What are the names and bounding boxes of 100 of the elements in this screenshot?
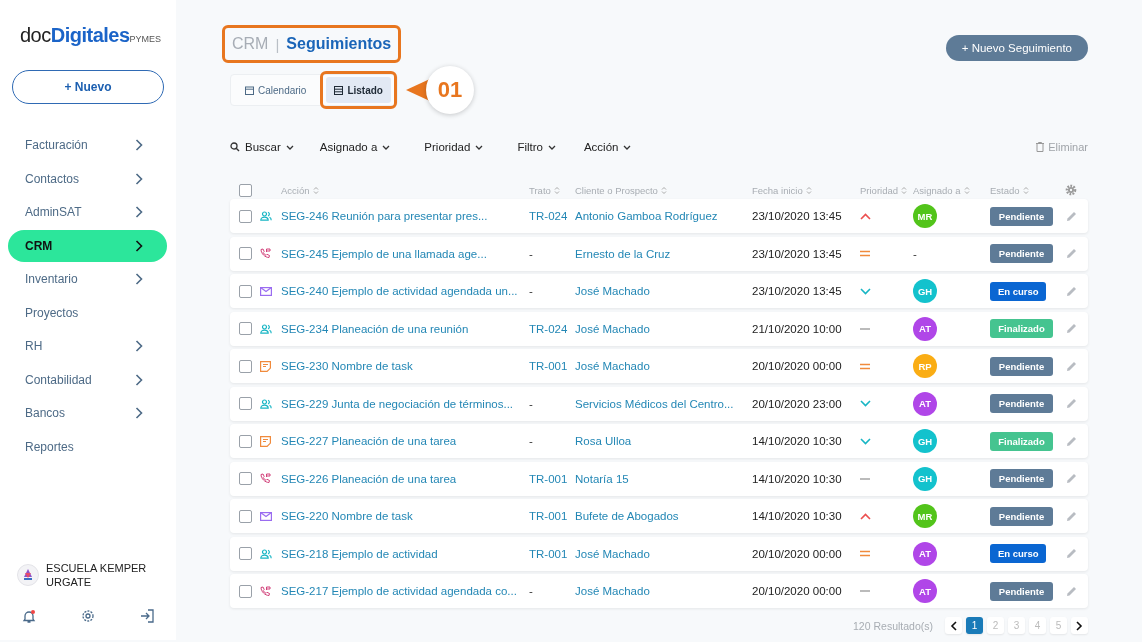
pencil-icon[interactable] — [1065, 210, 1077, 222]
filter-dropdown[interactable]: Prioridad — [424, 141, 484, 153]
delete-button[interactable]: Eliminar — [1036, 141, 1088, 153]
filter-dropdown[interactable]: Buscar — [230, 141, 294, 153]
settings-icon[interactable] — [81, 609, 95, 623]
filter-dropdown[interactable]: Acción — [583, 141, 632, 153]
previous-page-button[interactable] — [945, 617, 962, 634]
table-row[interactable]: SEG-245 Ejemplo de una llamada age... - Ernesto de la Cruz 23/10/2020 13:45 - Pendiente — [230, 236, 1088, 271]
chevron-right-icon — [1076, 620, 1083, 631]
row-checkbox[interactable] — [239, 397, 252, 410]
table-row[interactable]: SEG-234 Planeación de una reunión TR-024 José Machado 21/10/2020 10:00 AT Finalizado — [230, 311, 1088, 346]
sort-icon — [312, 185, 319, 195]
column-header[interactable]: Asignado a — [913, 184, 990, 196]
row-checkbox[interactable] — [239, 284, 252, 298]
pencil-icon[interactable] — [1065, 285, 1077, 297]
status-badge: En curso — [990, 544, 1046, 563]
pencil-icon[interactable] — [1065, 360, 1077, 372]
client-link[interactable]: José Machado — [575, 547, 752, 560]
client-link[interactable]: Notaría 15 — [575, 472, 752, 485]
column-header[interactable]: Cliente o Prospecto — [575, 184, 752, 196]
table-row[interactable]: SEG-217 Ejemplo de actividad agendada co... - José Machado 20/10/2020 00:00 AT Pendiente — [230, 574, 1088, 608]
table-row[interactable]: SEG-240 Ejemplo de actividad agendada un... - José Machado 23/10/2020 13:45 GH En curso — [230, 274, 1088, 308]
sidebar-item[interactable]: Contabilidad — [0, 363, 167, 396]
filter-dropdown[interactable]: Filtro — [517, 141, 556, 153]
row-checkbox[interactable] — [239, 209, 252, 223]
status-badge: Finalizado — [990, 431, 1053, 451]
deal-cell-text: TR-001 — [529, 360, 569, 372]
table-row[interactable]: SEG-220 Nombre de task TR-001 Bufete de Abogados 14/10/2020 10:30 MR Pendiente — [230, 499, 1088, 533]
row-checkbox[interactable] — [239, 434, 252, 448]
row-checkbox[interactable] — [239, 584, 252, 598]
action-link[interactable]: SEG-217 Ejemplo de actividad agendada co... — [281, 585, 529, 597]
column-header[interactable]: Acción — [281, 184, 529, 196]
table-row[interactable]: SEG-226 Planeación de una tarea TR-001 Notaría 15 14/10/2020 10:30 GH Pendiente — [230, 461, 1088, 496]
client-link[interactable]: José Machado — [575, 322, 752, 335]
action-link[interactable]: SEG-234 Planeación de una reunión — [281, 322, 529, 335]
row-checkbox[interactable] — [239, 322, 252, 335]
row-checkbox[interactable] — [239, 247, 252, 260]
next-page-button[interactable] — [1071, 617, 1088, 634]
sidebar-item[interactable]: CRM — [8, 229, 167, 262]
page-button[interactable]: 1 — [966, 617, 983, 634]
client-link[interactable]: Antonio Gamboa Rodríguez — [575, 210, 752, 222]
sidebar-item[interactable]: RH — [0, 330, 167, 362]
row-checkbox[interactable] — [239, 509, 252, 523]
view-tab[interactable]: Listado — [326, 77, 391, 103]
column-header[interactable]: Prioridad — [860, 184, 913, 196]
pencil-icon[interactable] — [1065, 510, 1077, 522]
row-checkbox[interactable] — [239, 359, 252, 373]
pencil-icon[interactable] — [1065, 248, 1077, 259]
select-all-checkbox[interactable] — [239, 183, 252, 197]
action-link[interactable]: SEG-229 Junta de negociación de términos... — [281, 397, 529, 410]
sidebar-item[interactable]: Contactos — [0, 162, 167, 195]
action-link[interactable]: SEG-246 Reunión para presentar pres... — [281, 210, 529, 222]
client-link[interactable]: Ernesto de la Cruz — [575, 247, 752, 260]
pencil-icon[interactable] — [1065, 435, 1077, 447]
action-link[interactable]: SEG-220 Nombre de task — [281, 510, 529, 522]
pencil-icon[interactable] — [1065, 585, 1077, 597]
table-row[interactable]: SEG-218 Ejemplo de actividad TR-001 José Machado 20/10/2020 00:00 AT En curso — [230, 536, 1088, 571]
new-follow-up-button[interactable]: + Nuevo Seguimiento — [945, 35, 1088, 61]
sidebar-item[interactable]: Reportes — [0, 430, 167, 463]
sidebar-item[interactable]: AdminSAT — [0, 196, 167, 228]
status-badge: Finalizado — [990, 319, 1053, 338]
sidebar-item[interactable]: Inventario — [0, 263, 167, 295]
table-row[interactable]: SEG-227 Planeación de una tarea - Rosa Ulloa 14/10/2020 10:30 GH Finalizado — [230, 424, 1088, 458]
client-link[interactable]: José Machado — [575, 585, 752, 597]
table-row[interactable]: SEG-246 Reunión para presentar pres... TR-024 Antonio Gamboa Rodríguez 23/10/2020 13:45 MR Pendiente — [230, 199, 1088, 233]
action-link[interactable]: SEG-226 Planeación de una tarea — [281, 472, 529, 485]
client-link[interactable]: Rosa Ulloa — [575, 435, 752, 447]
action-link[interactable]: SEG-218 Ejemplo de actividad — [281, 547, 529, 560]
action-link[interactable]: SEG-240 Ejemplo de actividad agendada un... — [281, 285, 529, 297]
action-link[interactable]: SEG-227 Planeación de una tarea — [281, 435, 529, 447]
filter-dropdown[interactable]: Asignado a — [319, 141, 391, 153]
pencil-icon[interactable] — [1065, 473, 1077, 484]
client-link[interactable]: José Machado — [575, 285, 752, 297]
row-checkbox[interactable] — [239, 472, 252, 485]
pencil-icon[interactable] — [1065, 548, 1077, 559]
client-link[interactable]: José Machado — [575, 360, 752, 372]
pencil-icon[interactable] — [1065, 323, 1077, 334]
chevron-icon — [135, 172, 143, 185]
settings-icon[interactable] — [1065, 184, 1077, 196]
row-checkbox[interactable] — [239, 547, 252, 560]
column-header[interactable]: Trato — [529, 184, 575, 196]
action-link[interactable]: SEG-230 Nombre de task — [281, 360, 529, 372]
column-header[interactable]: Fecha inicio — [752, 184, 860, 196]
client-link[interactable]: Bufete de Abogados — [575, 510, 752, 522]
table-row[interactable]: SEG-229 Junta de negociación de términos... - Servicios Médicos del Centro... 20/10/2020 23:00 AT Pendiente — [230, 386, 1088, 421]
sidebar-item[interactable]: Proyectos — [0, 296, 167, 329]
view-tab[interactable]: Calendario — [237, 77, 315, 103]
logout-icon[interactable] — [140, 609, 154, 623]
sidebar-item[interactable]: Facturación — [0, 129, 167, 161]
table-row[interactable]: SEG-230 Nombre de task TR-001 José Machado 20/10/2020 00:00 RP Pendiente — [230, 349, 1088, 383]
avatar: AT — [913, 541, 937, 566]
notification-bell-icon[interactable] — [22, 609, 36, 624]
action-link[interactable]: SEG-245 Ejemplo de una llamada age... — [281, 247, 529, 260]
client-link[interactable]: Servicios Médicos del Centro... — [575, 397, 752, 410]
sort-icon — [660, 185, 667, 195]
date-cell-text: 21/10/2020 10:00 — [752, 322, 843, 335]
new-button[interactable]: + Nuevo — [12, 70, 164, 104]
pencil-icon[interactable] — [1065, 398, 1077, 409]
sidebar-item[interactable]: Bancos — [0, 397, 167, 429]
column-header[interactable]: Estado — [990, 184, 1064, 196]
